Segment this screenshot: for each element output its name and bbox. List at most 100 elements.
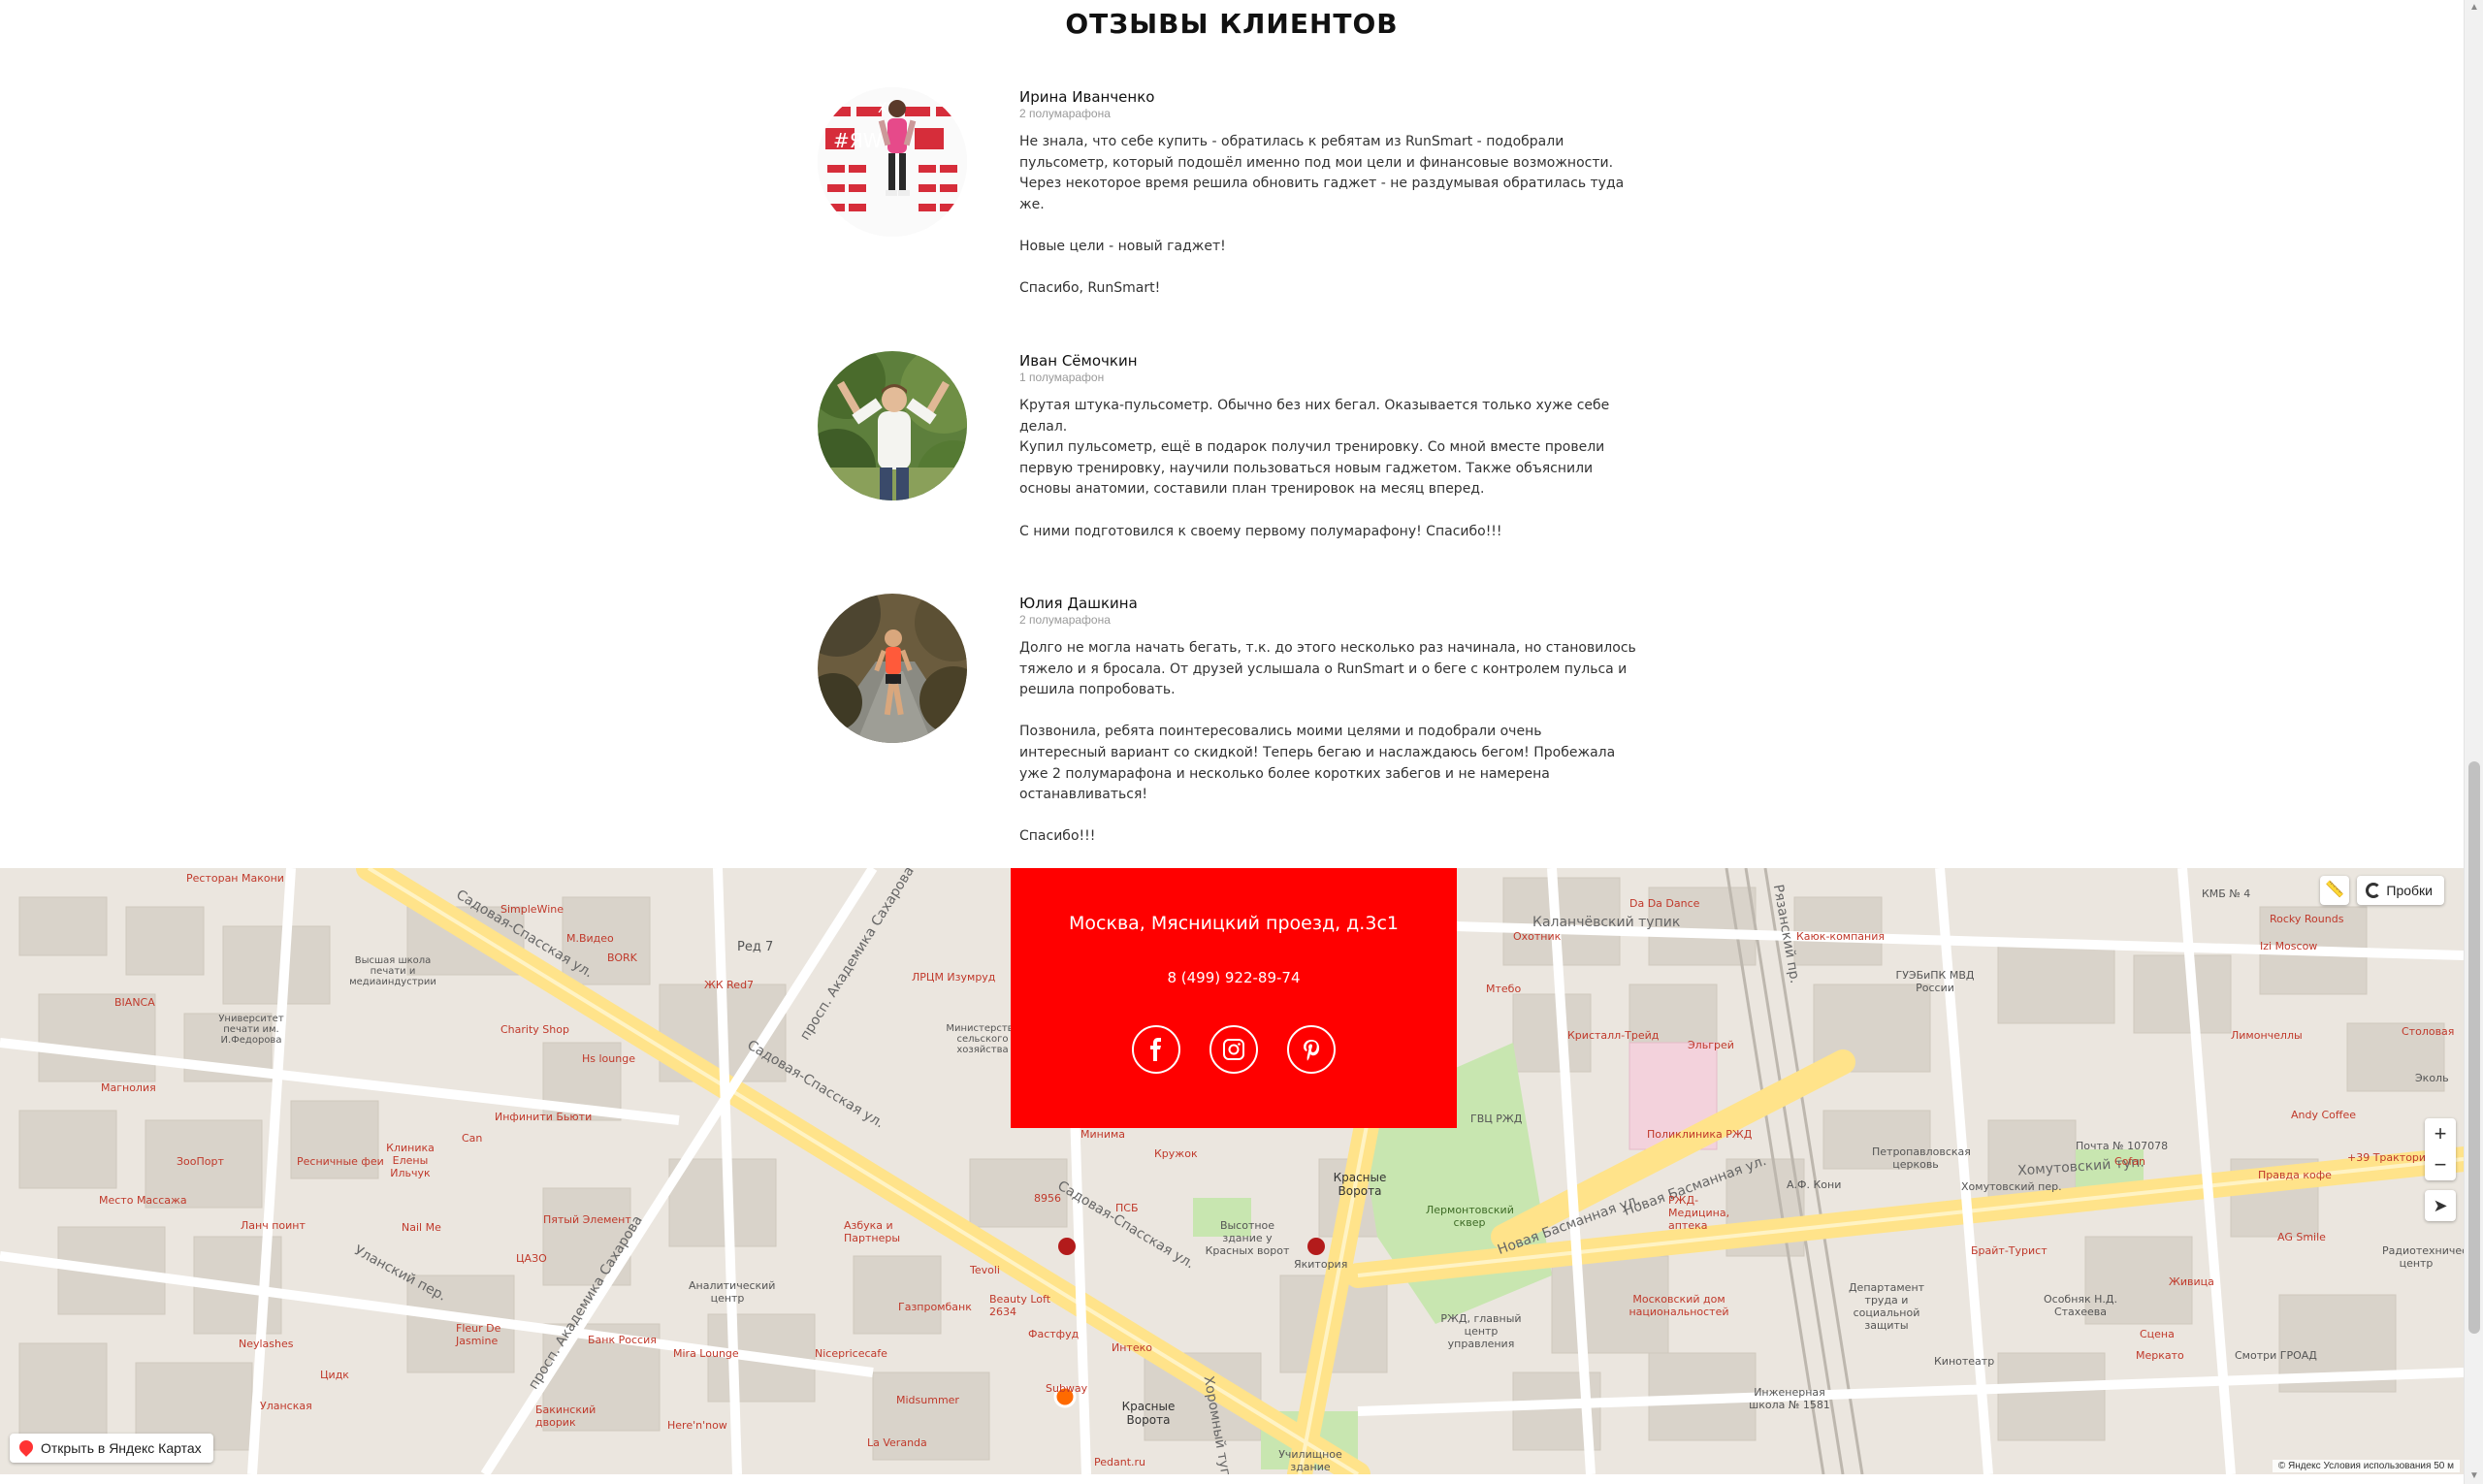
poi-label[interactable]: Клиника Елены Ильчук <box>376 1142 444 1179</box>
poi-label[interactable]: Мтебо <box>1486 983 1521 995</box>
poi-label[interactable]: Rocky Rounds <box>2270 913 2343 925</box>
poi-label[interactable]: Subway <box>1046 1382 1087 1395</box>
poi-label[interactable]: BIANCA <box>114 996 155 1009</box>
scroll-up-arrow-icon[interactable]: ▲ <box>2468 2 2480 14</box>
poi-label[interactable]: Магнолия <box>101 1081 156 1094</box>
poi-label[interactable]: Ресничные феи <box>297 1155 384 1168</box>
poi-label[interactable]: Fleur De Jasmine <box>456 1322 524 1347</box>
pinterest-link[interactable] <box>1287 1025 1336 1074</box>
poi-label[interactable]: Правда кофе <box>2258 1169 2332 1181</box>
poi-label[interactable]: Меркато <box>2136 1349 2184 1362</box>
poi-label[interactable]: Midsummer <box>896 1394 959 1406</box>
metro-station-label: Красные Ворота <box>1121 1400 1176 1427</box>
poi-label[interactable]: Ланч поинт <box>241 1219 306 1232</box>
poi-label[interactable]: Сцена <box>2140 1328 2175 1340</box>
poi-label[interactable]: М.Видео <box>566 932 614 945</box>
poi-label[interactable]: Nail Me <box>402 1221 441 1234</box>
poi-label[interactable]: Neylashes <box>239 1338 294 1350</box>
facebook-link[interactable] <box>1132 1025 1180 1074</box>
instagram-link[interactable] <box>1209 1025 1258 1074</box>
poi-label[interactable]: Mira Lounge <box>673 1347 739 1360</box>
poi-label[interactable]: Лимончеллы <box>2231 1029 2303 1042</box>
ruler-icon: 📏 <box>2325 882 2344 898</box>
poi-label[interactable]: Минима <box>1080 1128 1125 1141</box>
poi-label[interactable]: Московский дом национальностей <box>1626 1293 1732 1318</box>
reviewer-avatar: #ЯWO XV <box>818 87 967 237</box>
poi-label[interactable]: Фастфуд <box>1028 1328 1079 1340</box>
poi-label[interactable]: Газпромбанк <box>898 1301 972 1313</box>
zoom-out-button[interactable]: − <box>2425 1149 2456 1180</box>
poi-label[interactable]: Can <box>462 1132 482 1145</box>
poi-label[interactable]: Столовая <box>2402 1025 2454 1038</box>
social-links <box>1011 1025 1457 1074</box>
poi-label[interactable]: РЖД-Медицина, аптека <box>1668 1194 1746 1232</box>
contact-phone[interactable]: 8 (499) 922-89-74 <box>1011 969 1457 986</box>
zoom-in-button[interactable]: + <box>2425 1118 2456 1149</box>
poi-label[interactable]: ЗооПорт <box>177 1155 224 1168</box>
poi-label[interactable]: +39 Трактория <box>2347 1151 2433 1164</box>
poi-label[interactable]: Брайт-Турист <box>1971 1244 2048 1257</box>
poi-label[interactable]: ЖК Red7 <box>704 979 754 991</box>
poi-label[interactable]: Живица <box>2169 1275 2214 1288</box>
poi-label[interactable]: Кристалл-Трейд <box>1567 1029 1659 1042</box>
poi-label[interactable]: SimpleWine <box>500 903 564 916</box>
poi-label[interactable]: Кружок <box>1154 1147 1198 1160</box>
poi-label[interactable]: Банк Россия <box>588 1334 657 1346</box>
poi-label[interactable]: Pedant.ru <box>1094 1456 1145 1468</box>
reviewer-name: Ирина Иванченко <box>1019 88 1155 106</box>
avatar-photo-man-park <box>818 351 967 500</box>
building-label: КМБ № 4 <box>2202 887 2251 900</box>
building-label: Эколь <box>2415 1072 2449 1084</box>
poi-label[interactable]: Поликлиника РЖД <box>1647 1128 1752 1141</box>
vertical-scrollbar[interactable]: ▲ ▼ <box>2464 0 2483 1484</box>
poi-label[interactable]: Эльгрей <box>1688 1039 1734 1051</box>
page-bottom-strip <box>0 1474 2464 1484</box>
poi-label[interactable]: Here'n'now <box>667 1419 727 1432</box>
building-label: Радиотехнический центр <box>2382 1244 2464 1270</box>
poi-label[interactable]: Пятый Элемент <box>543 1213 631 1226</box>
poi-label[interactable]: Nicepricecafe <box>815 1347 887 1360</box>
traffic-button[interactable]: Пробки <box>2357 876 2444 905</box>
poi-label[interactable]: Азбука и Партнеры <box>844 1219 902 1244</box>
poi-label[interactable]: Cofan <box>2114 1155 2145 1168</box>
location-arrow-icon: ➤ <box>2433 1196 2448 1215</box>
open-in-yandex-maps-button[interactable]: Открыть в Яндекс Картах <box>10 1434 213 1463</box>
building-label: Высотное здание у Красных ворот <box>1205 1219 1290 1257</box>
review-text: Крутая штука-пульсометр. Обычно без них … <box>1019 398 1610 539</box>
map-copyright[interactable]: © Яндекс Условия использования 50 м <box>2272 1460 2460 1472</box>
open-in-yandex-maps-label: Открыть в Яндекс Картах <box>41 1440 202 1456</box>
map-pin-icon <box>16 1437 36 1457</box>
poi-label[interactable]: Каюк-компания <box>1796 930 1885 943</box>
poi-label[interactable]: AG Smile <box>2277 1231 2326 1243</box>
poi-label[interactable]: Beauty Loft 2634 <box>989 1293 1057 1318</box>
poi-label[interactable]: 8956 <box>1034 1192 1061 1205</box>
poi-label[interactable]: Уланская <box>260 1400 312 1412</box>
ruler-button[interactable]: 📏 <box>2320 876 2349 905</box>
scroll-thumb[interactable] <box>2468 761 2480 1334</box>
poi-label[interactable]: Tevoli <box>970 1264 1000 1276</box>
poi-label[interactable]: Izi Moscow <box>2260 940 2317 952</box>
poi-label[interactable]: Ресторан Макони <box>186 872 284 885</box>
poi-label[interactable]: Охотник <box>1513 930 1561 943</box>
poi-label[interactable]: La Veranda <box>867 1436 927 1449</box>
poi-label[interactable]: Andy Coffee <box>2291 1109 2356 1121</box>
poi-label[interactable]: Бакинский дворик <box>535 1403 603 1429</box>
poi-label[interactable]: Da Da Dance <box>1629 897 1699 910</box>
poi-label[interactable]: Инфинити Бьюти <box>495 1111 592 1123</box>
poi-label[interactable]: Интеко <box>1112 1341 1152 1354</box>
poi-label[interactable]: ЦАЗО <box>516 1252 547 1265</box>
poi-label[interactable]: ПСБ <box>1115 1202 1139 1214</box>
review-body: Ирина Иванченко 2 полумарафона Не знала,… <box>1019 87 1640 300</box>
poi-label[interactable]: BORK <box>607 952 637 964</box>
poi-label[interactable]: Charity Shop <box>500 1023 569 1036</box>
scroll-down-arrow-icon[interactable]: ▼ <box>2468 1470 2480 1482</box>
review-body: Иван Сёмочкин 1 полумарафон Крутая штука… <box>1019 351 1640 542</box>
poi-label[interactable]: Цидк <box>320 1369 349 1381</box>
poi-label[interactable]: Hs lounge <box>582 1052 635 1065</box>
traffic-icon <box>2366 883 2382 898</box>
poi-label[interactable]: Место Массажа <box>99 1194 187 1207</box>
building-label: Смотри ГРОАД <box>2235 1349 2317 1362</box>
geolocation-button[interactable]: ➤ <box>2425 1190 2456 1221</box>
poi-label[interactable]: ЛРЦМ Изумруд <box>912 971 995 984</box>
building-label: Ред 7 <box>737 940 774 954</box>
